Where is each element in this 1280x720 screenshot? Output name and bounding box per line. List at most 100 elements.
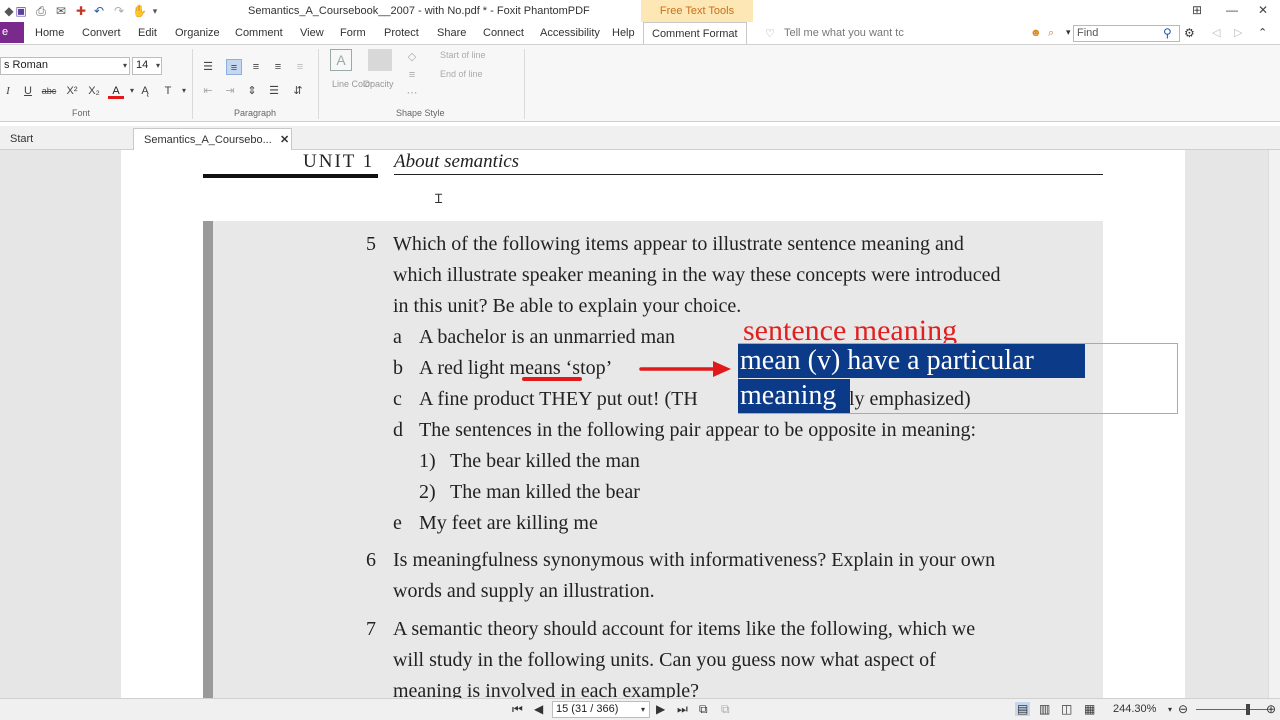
- character-spacing-icon[interactable]: Ą: [137, 83, 153, 99]
- align-left-icon[interactable]: ≡: [226, 59, 242, 75]
- search-icon[interactable]: ⚲: [1163, 26, 1172, 40]
- font-color-icon[interactable]: A: [108, 83, 124, 99]
- collapse-ribbon-icon[interactable]: ⌃: [1258, 26, 1267, 39]
- paragraph-spacing-icon[interactable]: ☰: [266, 83, 282, 99]
- new-document-icon[interactable]: ✚: [74, 4, 88, 18]
- line-color-icon[interactable]: A: [330, 49, 352, 71]
- tab-comment-format[interactable]: Comment Format: [643, 22, 747, 44]
- back-icon[interactable]: ◁: [1212, 26, 1220, 39]
- zoom-slider-thumb[interactable]: [1246, 704, 1250, 715]
- save-icon[interactable]: ▣: [14, 4, 28, 18]
- tell-me-input[interactable]: Tell me what you want tc: [784, 27, 904, 39]
- zoom-in-icon[interactable]: ⊕: [1266, 702, 1276, 716]
- tab-edit[interactable]: Edit: [138, 27, 157, 39]
- tab-convert[interactable]: Convert: [82, 27, 121, 39]
- find-options-chevron-icon[interactable]: ▾: [1066, 27, 1071, 38]
- continuous-page-icon[interactable]: ▥: [1039, 702, 1050, 716]
- line-spacing-icon[interactable]: ⇕: [244, 83, 260, 99]
- opacity-label[interactable]: Opacity: [363, 79, 394, 89]
- redo-icon[interactable]: ↷: [112, 4, 126, 18]
- underline-icon[interactable]: U: [20, 83, 36, 99]
- continuous-facing-icon[interactable]: ▦: [1084, 702, 1095, 716]
- search-folder-icon[interactable]: ⌕: [1048, 27, 1054, 40]
- email-icon[interactable]: ✉: [54, 4, 68, 18]
- hand-tool-icon[interactable]: ✋: [132, 4, 147, 18]
- tab-comment[interactable]: Comment: [235, 27, 283, 39]
- minimize-button[interactable]: —: [1226, 3, 1238, 17]
- first-page-icon[interactable]: ⏮: [512, 702, 523, 717]
- close-tab-icon[interactable]: ✕: [270, 128, 299, 150]
- tab-help[interactable]: Help: [612, 27, 635, 39]
- question-7-line-1: A semantic theory should account for ite…: [393, 618, 976, 640]
- unit-title: About semantics: [394, 151, 520, 172]
- align-right-icon[interactable]: ≡: [270, 59, 286, 75]
- next-page-icon[interactable]: ▶: [656, 702, 665, 716]
- tab-view[interactable]: View: [300, 27, 324, 39]
- end-of-line-label[interactable]: End of line: [440, 69, 483, 79]
- spacing-options-icon[interactable]: ⇵: [290, 83, 306, 99]
- tab-document[interactable]: Semantics_A_Coursebo...: [133, 128, 292, 150]
- zoom-out-icon[interactable]: ⊖: [1178, 702, 1188, 716]
- font-name-select[interactable]: s Roman: [0, 57, 130, 75]
- close-window-button[interactable]: ✕: [1258, 3, 1268, 17]
- facing-page-icon[interactable]: ◫: [1061, 702, 1072, 716]
- undo-icon[interactable]: ↶: [92, 4, 106, 18]
- file-tab[interactable]: e: [0, 22, 24, 43]
- gear-icon[interactable]: ⚙: [1184, 26, 1195, 40]
- opacity-icon[interactable]: [368, 49, 392, 71]
- context-tab-free-text-tools[interactable]: Free Text Tools: [641, 0, 753, 22]
- previous-page-icon[interactable]: ◀: [534, 702, 543, 716]
- tab-accessibility[interactable]: Accessibility: [540, 27, 600, 39]
- previous-view-icon[interactable]: ⧉: [699, 702, 708, 717]
- last-page-icon[interactable]: ⏭: [677, 702, 688, 717]
- next-view-icon[interactable]: ⧉: [721, 702, 730, 717]
- start-of-line-label[interactable]: Start of line: [440, 50, 486, 60]
- question-5-line-2: which illustrate speaker meaning in the …: [393, 264, 1001, 286]
- question-6-line-2: words and supply an illustration.: [393, 580, 655, 602]
- italic-icon[interactable]: I: [0, 83, 16, 99]
- highlight-text-line-2[interactable]: meaning: [738, 379, 850, 413]
- annotation-underline[interactable]: [522, 377, 582, 381]
- tab-connect[interactable]: Connect: [483, 27, 524, 39]
- superscript-icon[interactable]: X²: [64, 83, 80, 99]
- question-5-line-1: Which of the following items appear to i…: [393, 233, 964, 255]
- tab-form[interactable]: Form: [340, 27, 366, 39]
- zoom-slider-track[interactable]: [1196, 709, 1268, 710]
- tab-start[interactable]: Start: [0, 128, 133, 150]
- single-page-icon[interactable]: ▤: [1015, 702, 1031, 716]
- item-b-text: A red light means ‘stop’: [419, 357, 613, 379]
- item-d-text: The sentences in the following pair appe…: [419, 419, 977, 441]
- annotation-arrow[interactable]: [639, 358, 734, 380]
- print-icon[interactable]: ⎙: [34, 4, 48, 18]
- strikethrough-icon[interactable]: abc: [41, 83, 57, 99]
- tab-organize[interactable]: Organize: [175, 27, 220, 39]
- vertical-scrollbar[interactable]: [1268, 150, 1280, 698]
- line-width-icon[interactable]: ≡: [404, 67, 420, 83]
- align-center-icon[interactable]: ≡: [248, 59, 264, 75]
- tab-home[interactable]: Home: [35, 27, 64, 39]
- bullet-list-icon[interactable]: ☰: [200, 59, 216, 75]
- customize-chevron-icon[interactable]: ▾: [148, 4, 162, 18]
- zoom-level[interactable]: 244.30%: [1113, 703, 1156, 715]
- fill-color-icon[interactable]: ◇: [404, 49, 420, 65]
- item-c-text: A fine product THEY put out! (TH: [419, 388, 698, 410]
- text-scale-chevron-icon[interactable]: ▾: [176, 83, 192, 99]
- tab-share[interactable]: Share: [437, 27, 466, 39]
- smiley-icon[interactable]: ☻: [1030, 27, 1042, 39]
- highlight-text-line-1[interactable]: mean (v) have a particular: [738, 344, 1085, 378]
- page-chevron-icon[interactable]: ▾: [641, 705, 645, 714]
- zoom-chevron-icon[interactable]: ▾: [1168, 705, 1172, 714]
- font-size-chevron-icon[interactable]: ▾: [150, 58, 166, 74]
- increase-indent-icon[interactable]: ⇥: [222, 83, 238, 99]
- forward-icon[interactable]: ▷: [1234, 26, 1242, 39]
- tab-protect[interactable]: Protect: [384, 27, 419, 39]
- restore-ribbon-icon[interactable]: ⊞: [1192, 3, 1202, 17]
- decrease-indent-icon[interactable]: ⇤: [200, 83, 216, 99]
- page-number-input[interactable]: 15 (31 / 366): [552, 701, 650, 718]
- item-b-letter: b: [393, 357, 403, 379]
- text-scale-icon[interactable]: T: [160, 83, 176, 99]
- subscript-icon[interactable]: X₂: [86, 83, 102, 99]
- justify-icon[interactable]: ≡: [292, 59, 308, 75]
- font-name-chevron-icon[interactable]: ▾: [117, 58, 133, 74]
- line-style-icon[interactable]: ⋯: [404, 85, 420, 101]
